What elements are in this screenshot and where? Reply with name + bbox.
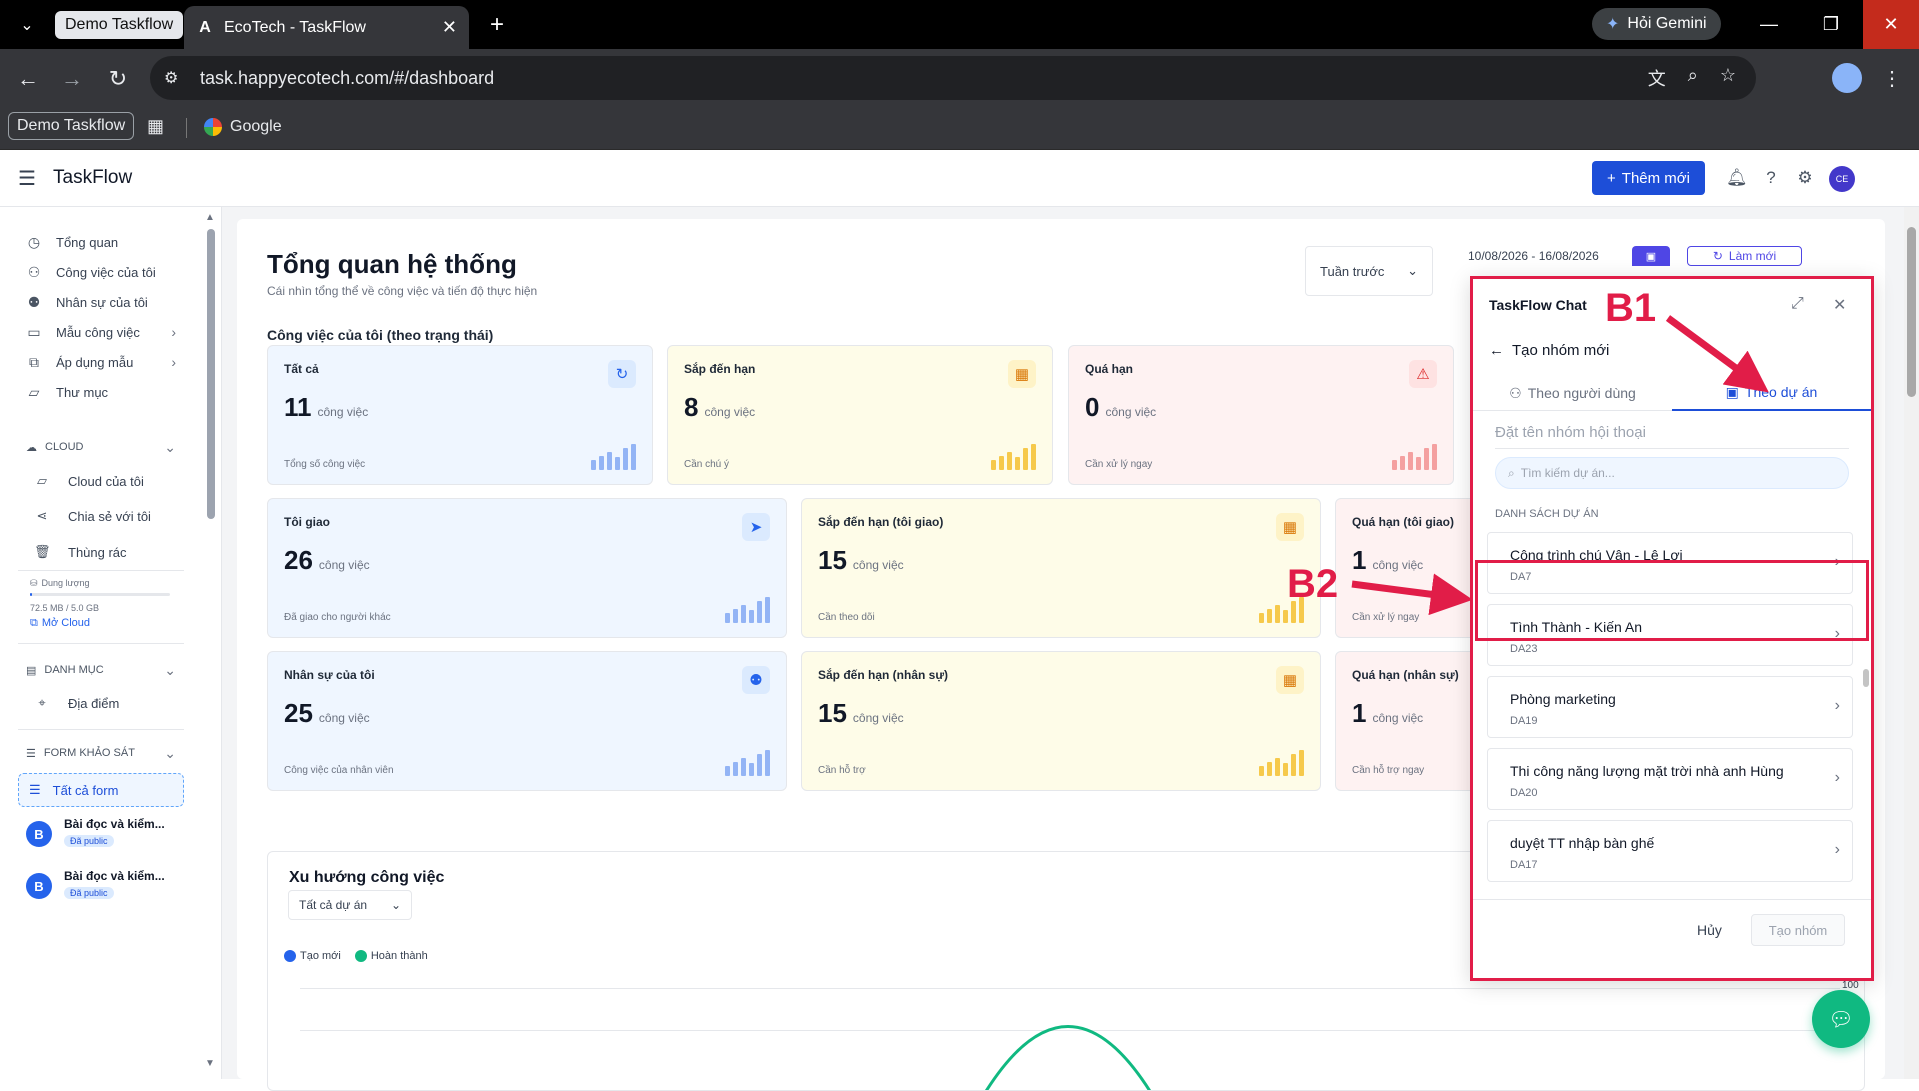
arrow-b1 bbox=[1668, 318, 1752, 380]
chat-bubble-icon: 💬︎ bbox=[1828, 1007, 1853, 1032]
annotation-arrows bbox=[0, 0, 1919, 1079]
arrow-b2 bbox=[1352, 584, 1452, 597]
chat-fab-button[interactable]: 💬︎ bbox=[1812, 990, 1870, 1048]
